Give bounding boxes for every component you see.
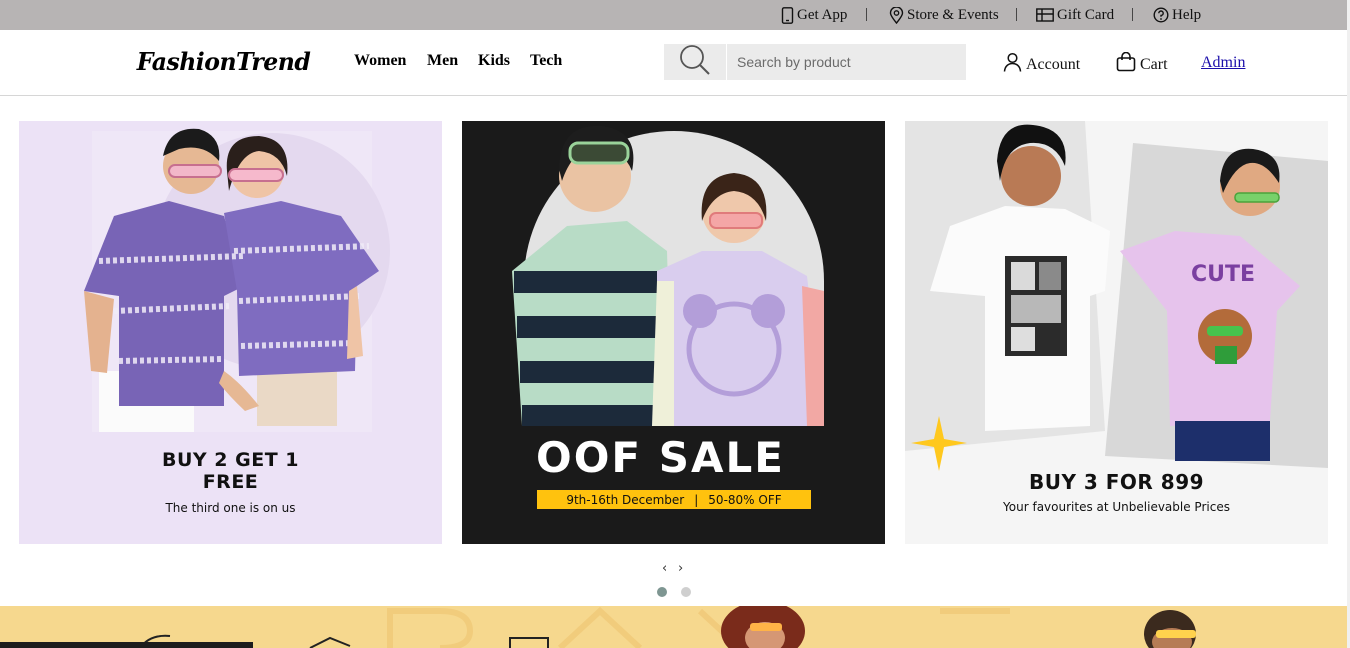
banner-1-title-line2: FREE [202, 471, 259, 493]
cart-link[interactable]: Cart [1116, 51, 1168, 77]
phone-icon [781, 6, 794, 24]
utility-bar: Get App | Store & Events | Gift Card | H… [0, 0, 1347, 30]
nav-men[interactable]: Men [427, 52, 458, 70]
search-input[interactable] [727, 44, 966, 80]
store-events-link[interactable]: Store & Events [889, 5, 999, 25]
promo-banner-buy2get1[interactable]: BUY 2 GET 1 FREE The third one is on us [19, 121, 442, 544]
carousel-dot-active[interactable] [657, 587, 667, 597]
user-icon [1003, 52, 1022, 77]
sale-headline: OOF SALE [536, 433, 785, 482]
gift-card-link[interactable]: Gift Card [1036, 5, 1114, 25]
banner-1-title-line1: BUY 2 GET 1 [162, 449, 299, 471]
search-button[interactable] [664, 44, 726, 80]
svg-text:CUTE: CUTE [1191, 262, 1255, 287]
brand-logo[interactable]: FashionTrend [137, 47, 311, 76]
utility-separator: | [865, 6, 869, 22]
carousel-prev-button[interactable]: ‹ [662, 561, 667, 576]
banner-3-title: BUY 3 FOR 899 [1028, 470, 1205, 494]
bottom-left-dark-panel [0, 642, 253, 648]
sale-divider: | [694, 492, 699, 507]
shopping-bag-icon [1116, 51, 1136, 77]
carousel-dot[interactable] [681, 587, 691, 597]
store-events-label: Store & Events [907, 6, 999, 23]
banner-1-subtitle: The third one is on us [165, 501, 296, 515]
nav-tech[interactable]: Tech [530, 52, 562, 70]
search-bar [664, 44, 966, 80]
location-pin-icon [889, 6, 904, 24]
admin-link[interactable]: Admin [1201, 54, 1245, 72]
cart-label: Cart [1140, 55, 1168, 73]
utility-separator: | [1015, 6, 1019, 22]
account-label: Account [1026, 55, 1081, 73]
nav-women[interactable]: Women [354, 52, 406, 70]
carousel-next-button[interactable]: › [678, 561, 683, 576]
help-label: Help [1172, 6, 1202, 23]
help-circle-icon [1153, 7, 1169, 23]
promo-banner-oof-sale[interactable]: OOF SALE 9th-16th December | 50-80% OFF [462, 121, 885, 544]
sale-date-strip: 9th-16th December | 50-80% OFF [537, 490, 811, 509]
gift-card-icon [1036, 8, 1054, 22]
main-header: FashionTrend Women Men Kids Tech Account… [0, 30, 1347, 96]
get-app-label: Get App [797, 6, 848, 23]
promo-banner-buy3for899[interactable]: CUTE BUY 3 FOR 899 Your favourites at Un… [905, 121, 1328, 544]
help-link[interactable]: Help [1153, 5, 1201, 25]
get-app-link[interactable]: Get App [781, 5, 847, 25]
sale-offer: 50-80% OFF [708, 492, 782, 507]
search-icon [678, 44, 712, 81]
utility-separator: | [1131, 6, 1135, 22]
banner-3-subtitle: Your favourites at Unbelievable Prices [1003, 500, 1230, 514]
account-link[interactable]: Account [1003, 52, 1080, 77]
gift-card-label: Gift Card [1057, 6, 1115, 23]
sale-dates: 9th-16th December [566, 492, 685, 507]
nav-kids[interactable]: Kids [478, 52, 510, 70]
